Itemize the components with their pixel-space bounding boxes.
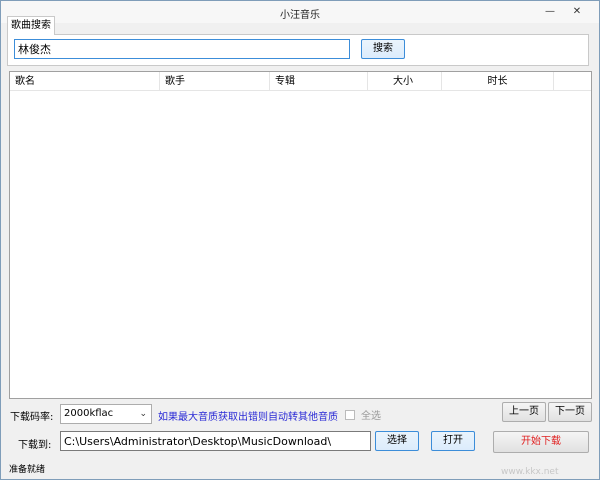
chevron-down-icon: ⌄: [139, 409, 147, 419]
select-all-checkbox[interactable]: 全选: [345, 407, 381, 422]
search-button[interactable]: 搜索: [361, 39, 405, 59]
quality-hint: 如果最大音质获取出错则自动转其他音质: [158, 412, 338, 423]
bitrate-value: 2000kflac: [64, 408, 114, 419]
minimize-button[interactable]: —: [536, 3, 564, 21]
bitrate-label: 下载码率:: [10, 412, 54, 423]
status-text: 准备就绪: [9, 465, 46, 475]
watermark: www.kkx.net: [501, 467, 559, 477]
checkbox-icon: [345, 410, 355, 420]
column-header-singer[interactable]: 歌手: [160, 72, 270, 91]
search-input[interactable]: [14, 39, 350, 59]
choose-folder-button[interactable]: 选择: [375, 431, 419, 451]
next-page-button[interactable]: 下一页: [548, 402, 592, 422]
column-header-duration[interactable]: 时长: [442, 72, 554, 91]
tab-song-search[interactable]: 歌曲搜索: [7, 16, 55, 35]
song-list[interactable]: 歌名 歌手 专辑 大小 时长: [9, 71, 592, 399]
song-list-header: 歌名 歌手 专辑 大小 时长: [10, 72, 591, 91]
bitrate-select[interactable]: 2000kflac ⌄: [60, 404, 152, 424]
start-download-button[interactable]: 开始下载: [493, 431, 589, 453]
close-button[interactable]: ✕: [563, 3, 591, 21]
window-title: 小汪音乐: [280, 10, 320, 21]
column-header-name[interactable]: 歌名: [10, 72, 160, 91]
download-path-input[interactable]: [60, 431, 371, 451]
search-panel: 搜索: [7, 34, 589, 66]
select-all-label: 全选: [361, 411, 381, 422]
open-folder-button[interactable]: 打开: [431, 431, 475, 451]
column-header-size[interactable]: 大小: [368, 72, 442, 91]
prev-page-button[interactable]: 上一页: [502, 402, 546, 422]
column-header-album[interactable]: 专辑: [270, 72, 368, 91]
title-bar: 小汪音乐 — ✕: [1, 1, 599, 23]
download-to-label: 下载到:: [18, 440, 52, 451]
app-window: 小汪音乐 — ✕ 歌曲搜索 搜索 歌名 歌手 专辑 大小 时长 下载码率: 20…: [0, 0, 600, 480]
